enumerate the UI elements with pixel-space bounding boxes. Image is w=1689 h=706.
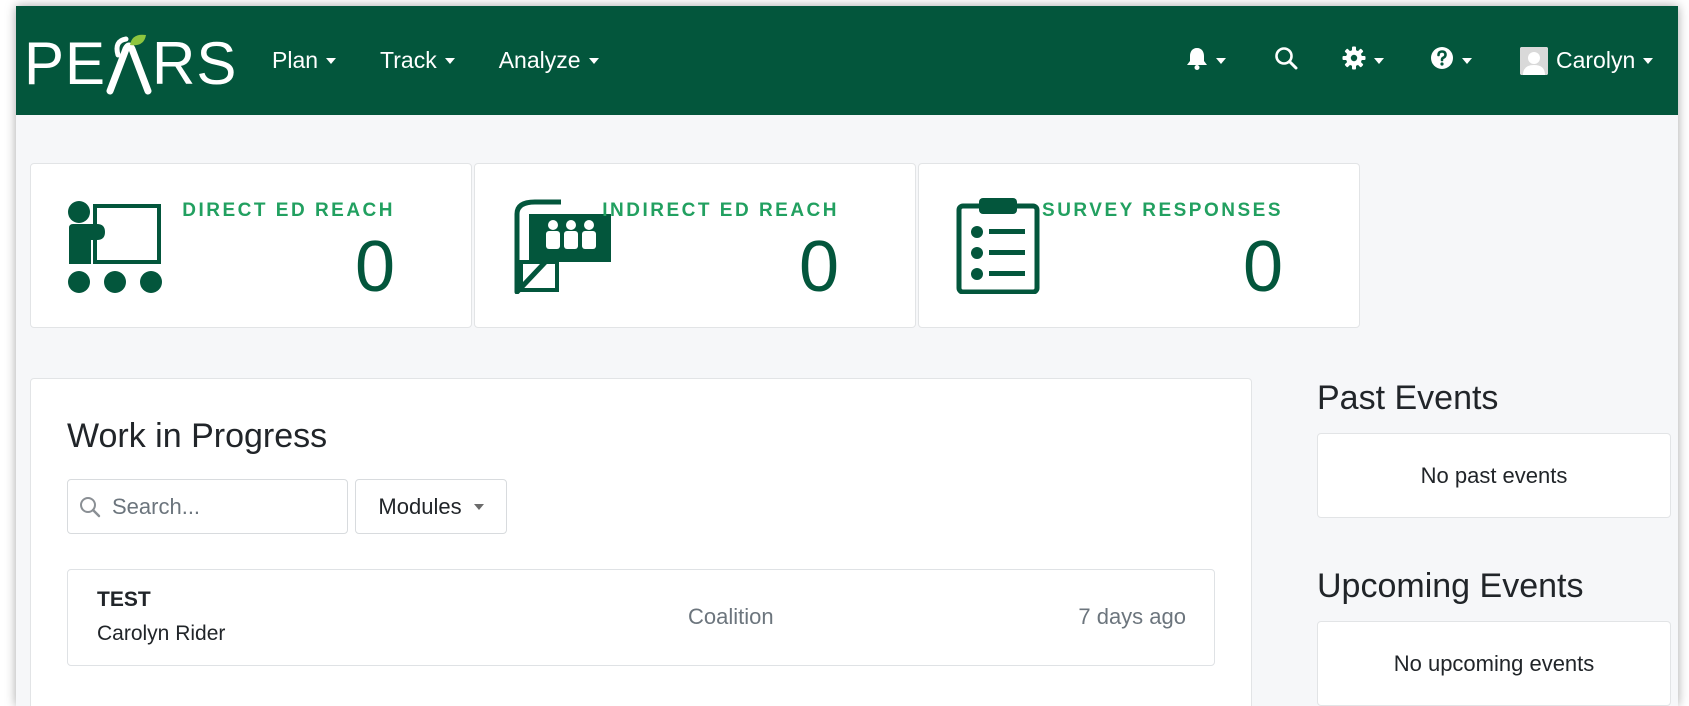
chevron-down-icon: [473, 503, 484, 510]
past-events-empty-text: No past events: [1420, 462, 1568, 488]
direct-ed-icon: [67, 198, 163, 299]
chevron-down-icon: [1216, 57, 1226, 64]
upcoming-events-empty-text: No upcoming events: [1393, 650, 1595, 676]
item-user: Carolyn Rider: [97, 622, 226, 645]
help-dropdown[interactable]: [1430, 6, 1472, 115]
stat-value: 0: [354, 227, 395, 307]
indirect-ed-icon: [511, 198, 615, 299]
chevron-down-icon: [326, 57, 337, 64]
work-in-progress-panel: Work in Progress Modules TEST Carolyn Ri…: [30, 378, 1252, 706]
settings-dropdown[interactable]: [1342, 6, 1384, 115]
list-item[interactable]: TEST Carolyn Rider Coalition 7 days ago: [67, 569, 1215, 666]
nav-menu: Plan Track Analyze: [272, 6, 599, 115]
chevron-down-icon: [1643, 57, 1654, 64]
nav-plan-label: Plan: [272, 47, 319, 73]
chevron-down-icon: [1462, 57, 1472, 64]
nav-analyze-label: Analyze: [498, 47, 581, 73]
chevron-down-icon: [1374, 57, 1384, 64]
stat-label: INDIRECT ED REACH: [602, 200, 839, 221]
upcoming-events-title: Upcoming Events: [1317, 567, 1584, 605]
work-in-progress-title: Work in Progress: [67, 417, 328, 455]
wip-search-field[interactable]: [67, 479, 348, 534]
clipboard-icon: [955, 198, 1045, 299]
stat-card-direct-ed[interactable]: DIRECT ED REACH 0: [30, 163, 472, 328]
bell-icon: [1186, 46, 1208, 75]
modules-dropdown[interactable]: Modules: [355, 479, 507, 534]
user-menu-dropdown[interactable]: Carolyn: [1520, 6, 1654, 115]
gear-icon: [1342, 46, 1366, 75]
modules-label: Modules: [378, 493, 462, 519]
nav-track-menu[interactable]: Track: [380, 47, 455, 74]
pears-logo[interactable]: PE RS: [24, 28, 237, 98]
search-button[interactable]: [1274, 6, 1298, 115]
chevron-down-icon: [444, 57, 455, 64]
stat-value: 0: [798, 227, 839, 307]
stat-card-survey-responses[interactable]: SURVEY RESPONSES 0: [918, 163, 1360, 328]
past-events-title: Past Events: [1317, 379, 1499, 417]
upcoming-events-card: No upcoming events: [1317, 621, 1671, 706]
past-events-card: No past events: [1317, 433, 1671, 518]
user-name: Carolyn: [1556, 47, 1636, 73]
help-icon: [1430, 46, 1454, 75]
logo-text-right: RS: [152, 29, 238, 97]
search-input[interactable]: [112, 493, 332, 520]
app-window: PE RS Plan Track Analyze Carolyn DIRECT …: [16, 6, 1678, 706]
search-icon: [78, 495, 102, 519]
search-icon: [1274, 46, 1298, 75]
stat-card-indirect-ed[interactable]: INDIRECT ED REACH 0: [474, 163, 916, 328]
notifications-dropdown[interactable]: [1186, 6, 1226, 115]
nav-analyze-menu[interactable]: Analyze: [499, 47, 599, 74]
stat-label: DIRECT ED REACH: [182, 200, 395, 221]
nav-track-label: Track: [380, 47, 437, 73]
item-module: Coalition: [688, 604, 774, 629]
chevron-down-icon: [588, 57, 599, 64]
stat-label: SURVEY RESPONSES: [1042, 200, 1283, 221]
item-timestamp: 7 days ago: [1078, 604, 1186, 629]
logo-a-leaf-icon: [106, 33, 152, 95]
stat-value: 0: [1242, 227, 1283, 307]
item-title: TEST: [97, 588, 151, 611]
nav-plan-menu[interactable]: Plan: [272, 47, 337, 74]
logo-text-left: PE: [24, 29, 107, 97]
top-navbar: PE RS Plan Track Analyze Carolyn: [16, 6, 1678, 115]
avatar: [1520, 46, 1548, 75]
